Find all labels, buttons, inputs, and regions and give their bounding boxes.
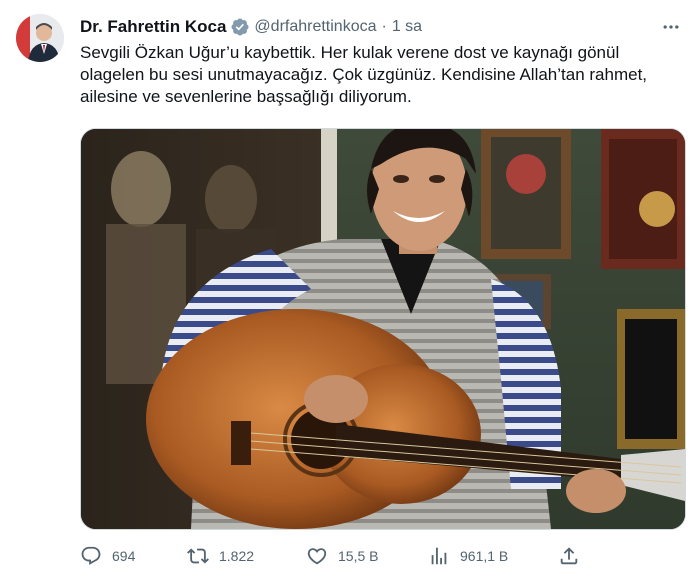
author-name[interactable]: Dr. Fahrettin Koca [80, 17, 226, 37]
reply-count: 694 [112, 548, 136, 564]
tweet-text-line: ailesine ve sevenlerine başsağlığı diliy… [80, 87, 412, 106]
like-count: 15,5 B [338, 548, 379, 564]
more-horizontal-icon [663, 25, 679, 29]
retweet-button[interactable]: 1.822 [187, 545, 254, 567]
share-icon [560, 547, 578, 565]
retweet-count: 1.822 [219, 548, 255, 564]
tweet-card[interactable]: Dr. Fahrettin Koca @drfahrettinkoca · 1 … [0, 0, 700, 586]
verified-badge-icon[interactable] [230, 17, 250, 37]
tweet-photo[interactable] [80, 128, 686, 530]
reply-icon [81, 546, 101, 565]
avatar-image [16, 14, 64, 62]
like-button[interactable]: 15,5 B [306, 545, 378, 567]
tweet-text: Sevgili Özkan Uğur’u kaybettik. Her kula… [80, 42, 684, 108]
photo-man-with-guitar [81, 129, 685, 529]
heart-icon [307, 548, 327, 565]
share-button[interactable] [558, 545, 580, 567]
tweet-header: Dr. Fahrettin Koca @drfahrettinkoca · 1 … [80, 16, 422, 38]
tweet-timestamp[interactable]: 1 sa [392, 18, 422, 36]
avatar[interactable] [16, 14, 64, 62]
views-count: 961,1 B [460, 548, 509, 564]
views-button[interactable]: 961,1 B [428, 545, 508, 567]
tweet-text-line: olagelen bu sesi unutmayacağız. Çok üzgü… [80, 65, 648, 84]
tweet-text-line: Sevgili Özkan Uğur’u kaybettik. Her kula… [80, 43, 620, 62]
author-handle[interactable]: @drfahrettinkoca [254, 18, 376, 36]
reply-button[interactable]: 694 [80, 545, 135, 567]
tweet-actions: 694 1.822 15,5 B 961,1 B [80, 540, 600, 572]
separator-dot: · [381, 18, 387, 35]
more-button[interactable] [658, 14, 684, 40]
retweet-icon [187, 548, 209, 564]
views-chart-icon [431, 547, 447, 565]
